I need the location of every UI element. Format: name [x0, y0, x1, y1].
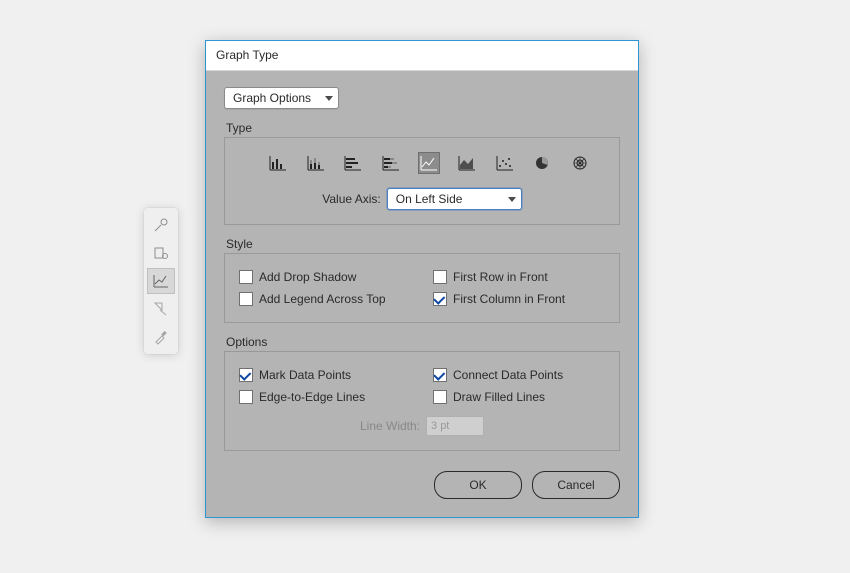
first-row-in-front-checkbox[interactable]: First Row in Front	[433, 270, 605, 284]
poll-tool[interactable]	[147, 212, 175, 238]
scatter-graph-icon[interactable]	[494, 152, 516, 174]
style-section-label: Style	[226, 237, 620, 251]
first-column-in-front-checkbox[interactable]: First Column in Front	[433, 292, 605, 306]
pie-graph-icon[interactable]	[531, 152, 553, 174]
stacked-bar-graph-icon[interactable]	[380, 152, 402, 174]
cancel-button[interactable]: Cancel	[532, 471, 620, 499]
style-group: Add Drop Shadow First Row in Front Add L…	[224, 253, 620, 323]
dialog-button-row: OK Cancel	[224, 471, 620, 499]
dialog-body: Graph Options Type	[206, 71, 638, 517]
chevron-down-icon	[325, 96, 333, 101]
dialog-title: Graph Type	[206, 41, 638, 71]
graph-type-icons	[235, 148, 609, 184]
value-axis-row: Value Axis: On Left Side	[235, 188, 609, 210]
area-graph-icon[interactable]	[456, 152, 478, 174]
slice-tool[interactable]	[147, 296, 175, 322]
line-width-input: 3 pt	[426, 416, 484, 436]
type-group: Value Axis: On Left Side	[224, 137, 620, 225]
category-select[interactable]: Graph Options	[224, 87, 339, 109]
connect-data-points-checkbox[interactable]: Connect Data Points	[433, 368, 605, 382]
options-group: Mark Data Points Connect Data Points Edg…	[224, 351, 620, 451]
graph-type-dialog: Graph Type Graph Options Type	[205, 40, 639, 518]
bar-graph-icon[interactable]	[343, 152, 365, 174]
value-axis-value: On Left Side	[396, 192, 463, 206]
line-width-row: Line Width: 3 pt	[235, 416, 609, 436]
eyedropper-tool[interactable]	[147, 324, 175, 350]
type-section-label: Type	[226, 121, 620, 135]
value-axis-select[interactable]: On Left Side	[387, 188, 522, 210]
stacked-column-graph-icon[interactable]	[305, 152, 327, 174]
tools-side-palette[interactable]	[144, 208, 178, 354]
options-section-label: Options	[226, 335, 620, 349]
category-select-value: Graph Options	[233, 91, 311, 105]
mark-data-points-checkbox[interactable]: Mark Data Points	[239, 368, 429, 382]
chevron-down-icon	[508, 197, 516, 202]
line-width-label: Line Width:	[360, 419, 420, 433]
add-legend-across-top-checkbox[interactable]: Add Legend Across Top	[239, 292, 429, 306]
draw-filled-lines-checkbox[interactable]: Draw Filled Lines	[433, 390, 605, 404]
column-graph-icon[interactable]	[267, 152, 289, 174]
ok-button[interactable]: OK	[434, 471, 522, 499]
edge-to-edge-lines-checkbox[interactable]: Edge-to-Edge Lines	[239, 390, 429, 404]
radar-graph-icon[interactable]	[569, 152, 591, 174]
line-graph-icon[interactable]	[418, 152, 440, 174]
line-graph-tool[interactable]	[147, 268, 175, 294]
add-drop-shadow-checkbox[interactable]: Add Drop Shadow	[239, 270, 429, 284]
value-axis-label: Value Axis:	[322, 192, 380, 206]
perspective-grid-tool[interactable]	[147, 240, 175, 266]
